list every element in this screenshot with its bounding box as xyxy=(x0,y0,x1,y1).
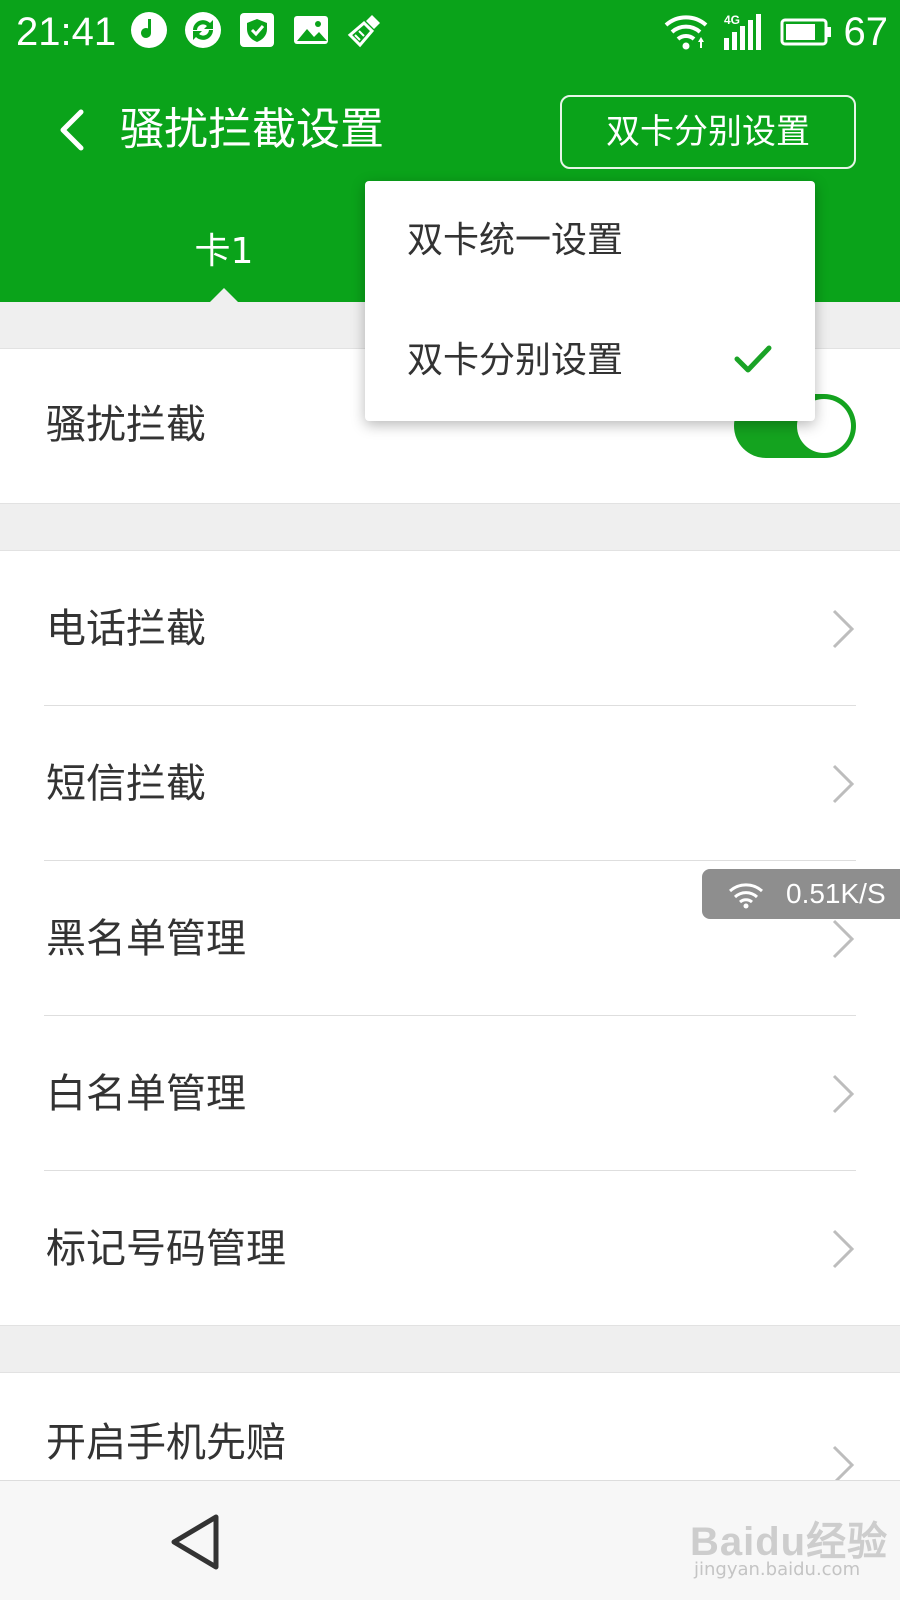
checkmark-icon xyxy=(734,345,772,373)
dual-card-mode-button[interactable]: 双卡分别设置 xyxy=(560,95,856,169)
sync-app-icon xyxy=(185,12,221,48)
wifi-icon xyxy=(664,15,707,50)
list-item-label: 白名单管理 xyxy=(46,1071,246,1117)
list-item-label: 短信拦截 xyxy=(46,761,206,807)
settings-list: 电话拦截 短信拦截 黑名单管理 白名单管理 标记号码管理 xyxy=(0,550,900,1326)
chevron-right-icon xyxy=(832,764,855,804)
watermark-url: jingyan.baidu.com xyxy=(694,1559,861,1580)
list-item-marked-numbers[interactable]: 标记号码管理 xyxy=(0,1171,900,1326)
tab-selected-indicator xyxy=(210,288,238,302)
network-speed-value: 0.51K/S xyxy=(786,878,886,909)
tab-card-1[interactable]: 卡1 xyxy=(124,202,324,302)
gallery-icon xyxy=(294,16,328,44)
wifi-icon xyxy=(729,883,763,909)
dropdown-item-separate[interactable]: 双卡分别设置 xyxy=(365,301,815,421)
back-button[interactable] xyxy=(44,100,100,160)
dropdown-item-unified[interactable]: 双卡统一设置 xyxy=(365,181,815,301)
nav-back-triangle-icon[interactable] xyxy=(166,1511,226,1573)
chevron-right-icon xyxy=(832,609,855,649)
system-nav-bar: Baidu经验 jingyan.baidu.com xyxy=(0,1480,900,1600)
list-item-phone-compensation[interactable]: 开启手机先赔 先手赔，我来赔 xyxy=(0,1372,900,1492)
shield-app-icon xyxy=(240,13,274,47)
list-item-whitelist[interactable]: 白名单管理 xyxy=(0,1016,900,1171)
phone-compensation-label: 开启手机先赔 xyxy=(46,1420,286,1466)
chevron-right-icon xyxy=(832,919,855,959)
baidu-watermark: Baidu经验 jingyan.baidu.com xyxy=(690,1509,887,1589)
status-system-icons: 4G 67 xyxy=(664,10,889,54)
broom-icon xyxy=(347,15,380,48)
harassment-block-label: 骚扰拦截 xyxy=(46,402,206,448)
battery-percent: 67 xyxy=(843,10,889,54)
list-item-label: 电话拦截 xyxy=(46,606,206,652)
page-title: 骚扰拦截设置 xyxy=(120,104,384,155)
chevron-right-icon xyxy=(832,1229,855,1269)
status-bar: 21:41 4G 67 xyxy=(0,0,900,64)
dropdown-item-label: 双卡分别设置 xyxy=(407,340,624,381)
status-notification-icons xyxy=(130,11,384,49)
list-item-label: 标记号码管理 xyxy=(46,1226,286,1272)
chevron-right-icon xyxy=(832,1074,855,1114)
network-type-label: 4G xyxy=(724,13,740,27)
list-item-sms-block[interactable]: 短信拦截 xyxy=(0,706,900,861)
cellular-signal-icon: 4G xyxy=(723,13,761,50)
status-time: 21:41 xyxy=(16,10,117,54)
dropdown-item-label: 双卡统一设置 xyxy=(407,220,624,261)
list-item-label: 黑名单管理 xyxy=(46,916,246,962)
list-item-call-block[interactable]: 电话拦截 xyxy=(0,551,900,706)
battery-icon xyxy=(780,18,831,46)
music-app-icon xyxy=(131,12,167,48)
back-arrow-icon xyxy=(60,109,84,151)
network-speed-indicator: 0.51K/S xyxy=(702,869,900,919)
dual-card-mode-dropdown: 双卡统一设置 双卡分别设置 xyxy=(365,181,815,421)
